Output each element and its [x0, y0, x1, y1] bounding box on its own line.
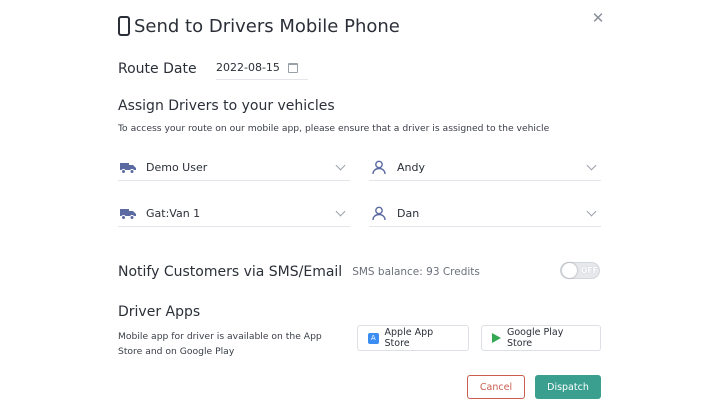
notify-customers-row: Notify Customers via SMS/Email SMS balan…: [118, 262, 602, 282]
close-icon[interactable]: ✕: [590, 10, 606, 26]
driver-apps-description: Mobile app for driver is available on th…: [118, 331, 322, 357]
chevron-down-icon: [586, 160, 597, 171]
driver-select-2-value: Dan: [397, 207, 420, 220]
vehicle-select-2[interactable]: Gat:Van 1: [118, 201, 350, 227]
calendar-icon: [288, 62, 298, 73]
route-date-label: Route Date: [118, 61, 197, 77]
vehicle-select-2-value: Gat:Van 1: [146, 207, 201, 220]
dispatch-button[interactable]: Dispatch: [535, 375, 601, 399]
dialog-header: Send to Drivers Mobile Phone: [118, 12, 400, 40]
cancel-button[interactable]: Cancel: [467, 375, 525, 399]
apple-app-store-button[interactable]: A Apple App Store: [357, 325, 469, 351]
apple-app-store-label: Apple App Store: [384, 327, 434, 349]
google-play-store-button[interactable]: Google Play Store: [481, 325, 601, 351]
toggle-label: OFF: [581, 266, 598, 275]
truck-icon: [118, 160, 138, 176]
send-to-drivers-dialog: Send to Drivers Mobile Phone ✕ Route Dat…: [0, 0, 720, 405]
mobile-phone-icon: [118, 16, 130, 36]
google-play-icon: [492, 333, 501, 343]
chevron-down-icon: [586, 206, 597, 217]
user-icon: [369, 206, 389, 222]
driver-select-1-value: Andy: [397, 161, 425, 174]
assign-drivers-title: Assign Drivers to your vehicles: [118, 98, 335, 114]
assign-drivers-subtitle: To access your route on our mobile app, …: [118, 123, 550, 134]
google-play-store-label: Google Play Store: [507, 327, 564, 349]
driver-apps-title: Driver Apps: [118, 304, 201, 320]
driver-select-2[interactable]: Dan: [369, 201, 601, 227]
vehicle-select-1-value: Demo User: [146, 161, 208, 174]
route-date-picker[interactable]: 2022-08-15: [216, 58, 308, 80]
truck-icon: [118, 206, 138, 222]
chevron-down-icon: [335, 206, 346, 217]
route-date-row: Route Date 2022-08-15: [118, 58, 308, 80]
sms-balance: SMS balance: 93 Credits: [352, 266, 480, 278]
vehicle-select-1[interactable]: Demo User: [118, 155, 350, 181]
notify-toggle[interactable]: OFF: [560, 262, 600, 279]
toggle-knob: [562, 263, 577, 278]
dialog-title: Send to Drivers Mobile Phone: [134, 15, 400, 37]
user-icon: [369, 160, 389, 176]
route-date-value: 2022-08-15: [216, 61, 280, 74]
driver-select-1[interactable]: Andy: [369, 155, 601, 181]
notify-customers-title: Notify Customers via SMS/Email: [118, 264, 343, 280]
app-store-icon: A: [368, 332, 379, 344]
chevron-down-icon: [335, 160, 346, 171]
